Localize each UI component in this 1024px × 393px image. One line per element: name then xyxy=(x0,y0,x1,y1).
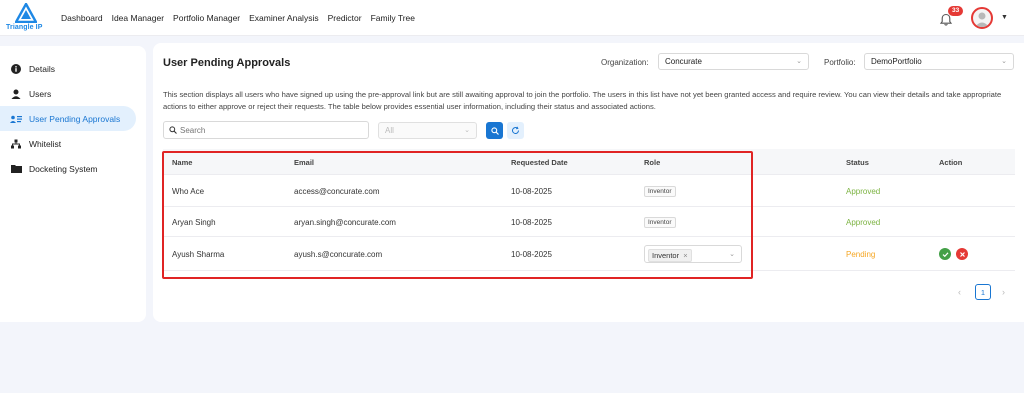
page-title: User Pending Approvals xyxy=(163,57,291,69)
sidebar-item-whitelist[interactable]: Whitelist xyxy=(0,131,146,156)
status-badge: Approved xyxy=(846,218,881,227)
organization-value: Concurate xyxy=(665,57,702,66)
check-icon xyxy=(942,251,948,257)
nav-idea-manager[interactable]: Idea Manager xyxy=(112,13,164,23)
folder-icon xyxy=(10,163,22,175)
organization-select[interactable]: Concurate ⌄ xyxy=(658,53,809,70)
search-field[interactable] xyxy=(163,121,369,139)
search-icon xyxy=(169,126,177,136)
approve-button[interactable] xyxy=(939,248,951,260)
close-icon xyxy=(959,251,965,257)
triangle-logo-icon xyxy=(15,3,37,23)
notification-count-badge: 33 xyxy=(948,6,964,16)
triangle-ip-logo[interactable]: Triangle IP xyxy=(6,3,48,33)
nav-predictor[interactable]: Predictor xyxy=(328,13,362,23)
search-input[interactable] xyxy=(180,126,360,135)
reject-button[interactable] xyxy=(956,248,968,260)
nav-examiner-analysis[interactable]: Examiner Analysis xyxy=(249,13,318,23)
column-header-action: Action xyxy=(939,158,963,167)
pagination-next-icon[interactable]: › xyxy=(1002,287,1005,297)
top-navbar: Triangle IP Dashboard Idea Manager Portf… xyxy=(0,0,1024,36)
chevron-down-icon: ⌄ xyxy=(1001,58,1007,65)
user-card-icon xyxy=(10,113,22,125)
sidebar: Details Users User Pending Approvals Whi… xyxy=(0,46,146,322)
status-filter-value: All xyxy=(385,126,394,135)
portfolio-value: DemoPortfolio xyxy=(871,57,922,66)
sidebar-item-details[interactable]: Details xyxy=(0,56,146,81)
sidebar-item-users[interactable]: Users xyxy=(0,81,146,106)
portfolio-label: Portfolio: xyxy=(824,58,856,67)
sidebar-item-label: Whitelist xyxy=(29,138,62,149)
page-description: This section displays all users who have… xyxy=(163,90,1002,111)
sidebar-item-label: Users xyxy=(29,88,52,99)
nav-portfolio-manager[interactable]: Portfolio Manager xyxy=(173,13,240,23)
status-filter-select[interactable]: All ⌄ xyxy=(378,122,477,139)
portfolio-select[interactable]: DemoPortfolio ⌄ xyxy=(864,53,1014,70)
chevron-down-icon: ⌄ xyxy=(464,127,470,134)
sidebar-item-label: Details xyxy=(29,63,55,74)
sidebar-item-label: User Pending Approvals xyxy=(29,113,121,124)
pagination-prev-icon[interactable]: ‹ xyxy=(958,287,961,297)
search-button[interactable] xyxy=(486,122,503,139)
search-icon xyxy=(490,126,499,135)
main-nav: Dashboard Idea Manager Portfolio Manager… xyxy=(61,13,415,23)
sidebar-item-user-pending-approvals[interactable]: User Pending Approvals xyxy=(0,106,136,131)
sidebar-item-docketing-system[interactable]: Docketing System xyxy=(0,156,146,181)
column-header-status: Status xyxy=(846,158,869,167)
chevron-down-icon: ⌄ xyxy=(796,58,802,65)
logo-text: Triangle IP xyxy=(6,24,43,31)
refresh-icon xyxy=(512,126,520,134)
sidebar-item-label: Docketing System xyxy=(29,163,98,174)
nav-family-tree[interactable]: Family Tree xyxy=(371,13,415,23)
info-icon xyxy=(10,63,22,75)
refresh-button[interactable] xyxy=(507,122,524,139)
network-icon xyxy=(10,138,22,150)
status-badge: Pending xyxy=(846,250,876,259)
user-icon xyxy=(10,88,22,100)
organization-label: Organization: xyxy=(601,58,649,67)
account-menu-caret-icon[interactable]: ▼ xyxy=(1001,14,1008,21)
pagination-page[interactable]: 1 xyxy=(975,284,991,300)
user-avatar[interactable] xyxy=(971,7,993,29)
status-badge: Approved xyxy=(846,187,881,196)
nav-dashboard[interactable]: Dashboard xyxy=(61,13,103,23)
table-highlight-box xyxy=(162,151,753,279)
